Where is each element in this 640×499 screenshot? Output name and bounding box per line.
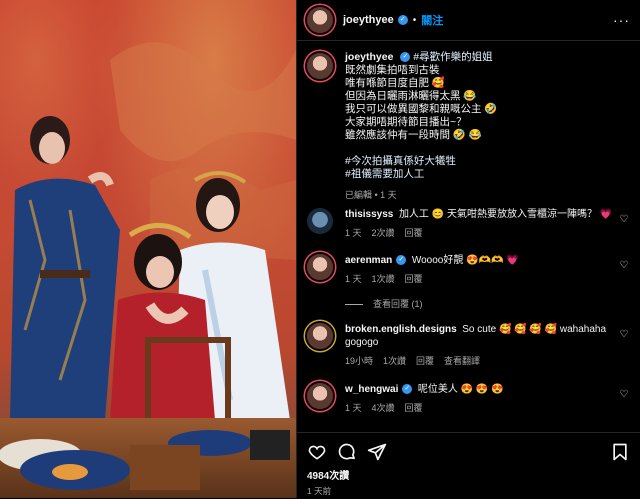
heart-icon[interactable] xyxy=(307,442,327,462)
post-time[interactable]: 1 天前 xyxy=(297,482,640,497)
hashtag-link[interactable]: #祖儀需要加人工 xyxy=(345,168,498,181)
comment-likes[interactable]: 1次讚 xyxy=(372,274,395,284)
caption-author-avatar[interactable] xyxy=(307,53,333,79)
comment-body: aerenman ✓ Woooo好靚 😍🫶🫶 💗 1 天 1次讚 回覆 查看回覆 (1… xyxy=(345,254,618,311)
separator-dot: • xyxy=(412,14,417,26)
comment-like-heart-icon[interactable]: ♡ xyxy=(618,389,630,415)
commenter-avatar[interactable] xyxy=(307,383,333,409)
view-replies-button[interactable]: 查看回覆 (1) xyxy=(345,298,618,311)
comment-like-heart-icon[interactable]: ♡ xyxy=(618,329,630,368)
comment-text: Woooo好靚 😍🫶🫶 💗 xyxy=(411,255,519,266)
comment-text: 呢位美人 😍 😍 😍 xyxy=(417,384,504,395)
comment-body: thisissyss 加人工 😊 天氣咁熱要放放入雪櫃涼一陣嗎？ 💗 1 天 2次… xyxy=(345,208,618,240)
verified-badge-icon: ✓ xyxy=(397,15,408,25)
post-detail-panel: joeythyee ✓ • 關注 ··· joeythyee ✓ #尋歡作樂的姐… xyxy=(296,0,640,498)
commenter-username[interactable]: thisissyss xyxy=(345,209,393,220)
comment-like-heart-icon[interactable]: ♡ xyxy=(618,214,630,240)
post-header: joeythyee ✓ • 關注 ··· xyxy=(297,0,640,41)
comment-time[interactable]: 19小時 xyxy=(345,356,373,366)
author-avatar[interactable] xyxy=(307,7,333,33)
post-caption: joeythyee ✓ #尋歡作樂的姐姐 既然劇集拍唔到古裝 唯有喺節目度自肥 … xyxy=(297,41,640,202)
reply-button[interactable]: 回覆 xyxy=(405,403,423,413)
send-icon[interactable] xyxy=(367,442,387,462)
comment-item: aerenman ✓ Woooo好靚 😍🫶🫶 💗 1 天 1次讚 回覆 查看回覆 (1… xyxy=(297,254,640,311)
caption-line: 但因為日曬雨淋曬得太黑 😂 xyxy=(345,90,477,102)
post-footer: 4984次讚 1 天前 xyxy=(297,432,640,499)
caption-line: 唯有喺節目度自肥 🥰 xyxy=(345,77,445,89)
replies-line xyxy=(345,304,363,305)
comment-item: thisissyss 加人工 😊 天氣咁熱要放放入雪櫃涼一陣嗎？ 💗 1 天 2次… xyxy=(297,208,640,240)
caption-line: 我只可以做異國黎和親嘅公主 🤣 xyxy=(345,103,498,115)
verified-badge-icon: ✓ xyxy=(402,384,413,395)
caption-line: 雖然應該仲有一段時間 🤣 😂 xyxy=(345,129,482,141)
hashtag-link[interactable]: #尋歡作樂的姐姐 xyxy=(413,51,492,63)
commenter-username[interactable]: aerenman xyxy=(345,255,392,266)
bookmark-icon[interactable] xyxy=(610,442,630,462)
comment-time[interactable]: 1 天 xyxy=(345,228,362,238)
comment-time[interactable]: 1 天 xyxy=(345,403,362,413)
caption-body: joeythyee ✓ #尋歡作樂的姐姐 既然劇集拍唔到古裝 唯有喺節目度自肥 … xyxy=(345,51,498,202)
likes-count[interactable]: 4984次讚 xyxy=(297,463,640,482)
comment-item: w_hengwai ✓ 呢位美人 😍 😍 😍 1 天 4次讚 回覆 ♡ xyxy=(297,383,640,415)
comment-text: 加人工 😊 天氣咁熱要放放入雪櫃涼一陣嗎？ 💗 xyxy=(398,209,613,220)
comments-scroll-area[interactable]: joeythyee ✓ #尋歡作樂的姐姐 既然劇集拍唔到古裝 唯有喺節目度自肥 … xyxy=(297,41,640,431)
verified-badge-icon: ✓ xyxy=(400,52,411,63)
instagram-post-view: joeythyee ✓ • 關注 ··· joeythyee ✓ #尋歡作樂的姐… xyxy=(0,0,640,498)
comment-icon[interactable] xyxy=(337,442,357,462)
comment-likes[interactable]: 2次讚 xyxy=(372,228,395,238)
comment-like-heart-icon[interactable]: ♡ xyxy=(618,260,630,311)
comment-likes[interactable]: 4次讚 xyxy=(372,403,395,413)
reply-button[interactable]: 回覆 xyxy=(405,274,423,284)
commenter-avatar[interactable] xyxy=(307,208,333,234)
view-replies-label[interactable]: 查看回覆 (1) xyxy=(373,298,423,311)
comment-item: broken.english.designs So cute 🥰 🥰 🥰 🥰 w… xyxy=(297,323,640,368)
comment-body: w_hengwai ✓ 呢位美人 😍 😍 😍 1 天 4次讚 回覆 xyxy=(345,383,618,415)
commenter-avatar[interactable] xyxy=(307,254,333,280)
caption-line: 既然劇集拍唔到古裝 xyxy=(345,64,440,76)
hashtag-link[interactable]: #今次拍攝真係好大犧牲 xyxy=(345,155,498,168)
caption-meta: 已編輯 • 1 天 xyxy=(345,190,397,200)
commenter-username[interactable]: broken.english.designs xyxy=(345,324,457,335)
reply-button[interactable]: 回覆 xyxy=(405,228,423,238)
action-bar xyxy=(297,433,640,463)
reply-button[interactable]: 回覆 xyxy=(416,356,434,366)
caption-line: 大家期唔期待節目播出~？ xyxy=(345,116,467,128)
see-translation-button[interactable]: 查看翻譯 xyxy=(444,356,480,366)
comment-body: broken.english.designs So cute 🥰 🥰 🥰 🥰 w… xyxy=(345,323,618,368)
comment-likes[interactable]: 1次讚 xyxy=(383,356,406,366)
verified-badge-icon: ✓ xyxy=(396,255,407,266)
comment-time[interactable]: 1 天 xyxy=(345,274,362,284)
caption-username[interactable]: joeythyee xyxy=(345,51,393,63)
author-username[interactable]: joeythyee xyxy=(343,14,394,26)
table-items xyxy=(0,430,290,490)
commenter-avatar[interactable] xyxy=(307,323,333,349)
commenter-username[interactable]: w_hengwai xyxy=(345,384,398,395)
follow-button[interactable]: 關注 xyxy=(421,12,443,28)
more-options-icon[interactable]: ··· xyxy=(613,12,630,28)
post-photo[interactable] xyxy=(0,0,296,498)
